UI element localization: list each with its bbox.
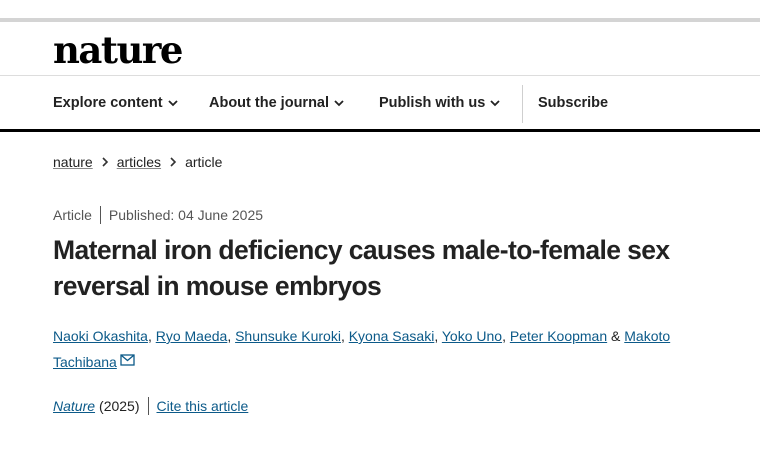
article-type: Article bbox=[53, 207, 92, 223]
article-meta: Article Published: 04 June 2025 bbox=[53, 205, 263, 225]
breadcrumb-nature[interactable]: nature bbox=[53, 154, 93, 170]
meta-divider bbox=[99, 206, 101, 224]
nav-explore-content[interactable]: Explore content bbox=[53, 77, 178, 129]
site-logo[interactable]: nature bbox=[53, 27, 183, 73]
author-conjunction: & bbox=[607, 328, 625, 344]
author-separator: , bbox=[227, 328, 236, 344]
publish-date: Published: 04 June 2025 bbox=[108, 207, 264, 223]
article-title: Maternal iron deficiency causes male-to-… bbox=[53, 235, 670, 301]
author-list: Naoki Okashita, Ryo Maeda, Shunsuke Kuro… bbox=[53, 323, 733, 375]
main-nav: Explore content About the journal Publis… bbox=[0, 77, 760, 129]
chevron-down-icon bbox=[167, 100, 178, 107]
nav-about-journal-label: About the journal bbox=[209, 95, 330, 111]
chevron-right-icon bbox=[170, 157, 177, 167]
cite-this-article-link[interactable]: Cite this article bbox=[157, 398, 249, 414]
journal-link[interactable]: Nature bbox=[53, 398, 95, 414]
nav-publish-with-us[interactable]: Publish with us bbox=[379, 77, 500, 129]
citation-divider bbox=[147, 397, 149, 415]
author-separator: , bbox=[434, 328, 442, 344]
header-divider bbox=[0, 75, 760, 76]
author-separator: , bbox=[147, 328, 156, 344]
chevron-right-icon bbox=[102, 157, 108, 167]
breadcrumb-articles[interactable]: articles bbox=[117, 154, 161, 170]
chevron-down-icon bbox=[490, 100, 500, 107]
breadcrumb: nature articles article bbox=[53, 152, 222, 172]
nav-explore-content-label: Explore content bbox=[53, 95, 163, 111]
breadcrumb-current: article bbox=[185, 154, 223, 170]
nav-subscribe[interactable]: Subscribe bbox=[538, 77, 608, 129]
nav-divider bbox=[522, 85, 523, 123]
author-link[interactable]: Yoko Uno bbox=[442, 328, 502, 344]
citation-line: Nature (2025) Cite this article bbox=[53, 396, 248, 416]
nav-publish-with-us-label: Publish with us bbox=[379, 95, 486, 111]
author-separator: , bbox=[340, 328, 349, 344]
top-border bbox=[0, 18, 760, 22]
author-separator: , bbox=[502, 328, 510, 344]
author-link[interactable]: Kyona Sasaki bbox=[349, 328, 435, 344]
nav-about-journal[interactable]: About the journal bbox=[209, 77, 344, 129]
chevron-down-icon bbox=[334, 100, 344, 107]
author-link[interactable]: Shunsuke Kuroki bbox=[235, 328, 341, 344]
author-link[interactable]: Naoki Okashita bbox=[53, 328, 148, 344]
nav-subscribe-label: Subscribe bbox=[538, 95, 609, 111]
author-link[interactable]: Peter Koopman bbox=[510, 328, 607, 344]
publication-year: (2025) bbox=[99, 398, 140, 414]
nav-bottom-rule bbox=[0, 129, 760, 132]
mail-icon[interactable] bbox=[120, 354, 135, 366]
author-link[interactable]: Ryo Maeda bbox=[156, 328, 228, 344]
